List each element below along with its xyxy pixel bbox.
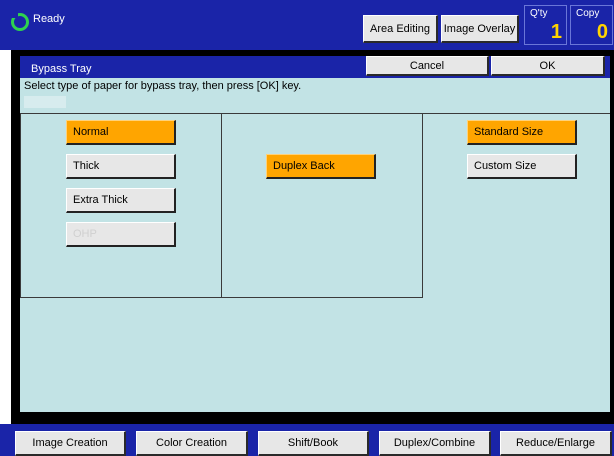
quantity-value: 1 (550, 21, 562, 43)
tab-image-creation[interactable]: Image Creation (15, 431, 126, 456)
tab-color-creation[interactable]: Color Creation (136, 431, 248, 456)
image-overlay-button[interactable]: Image Overlay (441, 15, 519, 43)
area-editing-button[interactable]: Area Editing (363, 15, 438, 43)
custom-size-button[interactable]: Custom Size (467, 154, 577, 179)
cancel-button[interactable]: Cancel (366, 56, 489, 76)
dialog-title: Bypass Tray (31, 63, 92, 75)
tab-shift-book[interactable]: Shift/Book (258, 431, 369, 456)
quantity-counter: Q'ty 1 (524, 5, 567, 45)
copy-value: 0 (596, 21, 608, 43)
tab-reduce-enlarge[interactable]: Reduce/Enlarge (500, 431, 612, 456)
ok-button[interactable]: OK (491, 56, 605, 76)
duplex-back-button[interactable]: Duplex Back (266, 154, 376, 179)
quantity-label: Q'ty (530, 8, 548, 19)
paper-type-extra-thick-button[interactable]: Extra Thick (66, 188, 176, 213)
ready-status-text: Ready (33, 13, 65, 25)
paper-type-ohp-button[interactable]: OHP (66, 222, 176, 247)
paper-type-thick-button[interactable]: Thick (66, 154, 176, 179)
copy-counter: Copy 0 (570, 5, 613, 45)
panel-divider (221, 113, 222, 298)
panel-top-line (422, 113, 610, 114)
instruction-text: Select type of paper for bypass tray, th… (24, 80, 302, 92)
faint-tab-marker (24, 96, 66, 108)
copy-label: Copy (576, 8, 600, 19)
tab-duplex-combine[interactable]: Duplex/Combine (379, 431, 491, 456)
ready-status-icon-gap (9, 9, 18, 18)
paper-type-normal-button[interactable]: Normal (66, 120, 176, 145)
standard-size-button[interactable]: Standard Size (467, 120, 577, 145)
top-status-bar (0, 0, 614, 50)
